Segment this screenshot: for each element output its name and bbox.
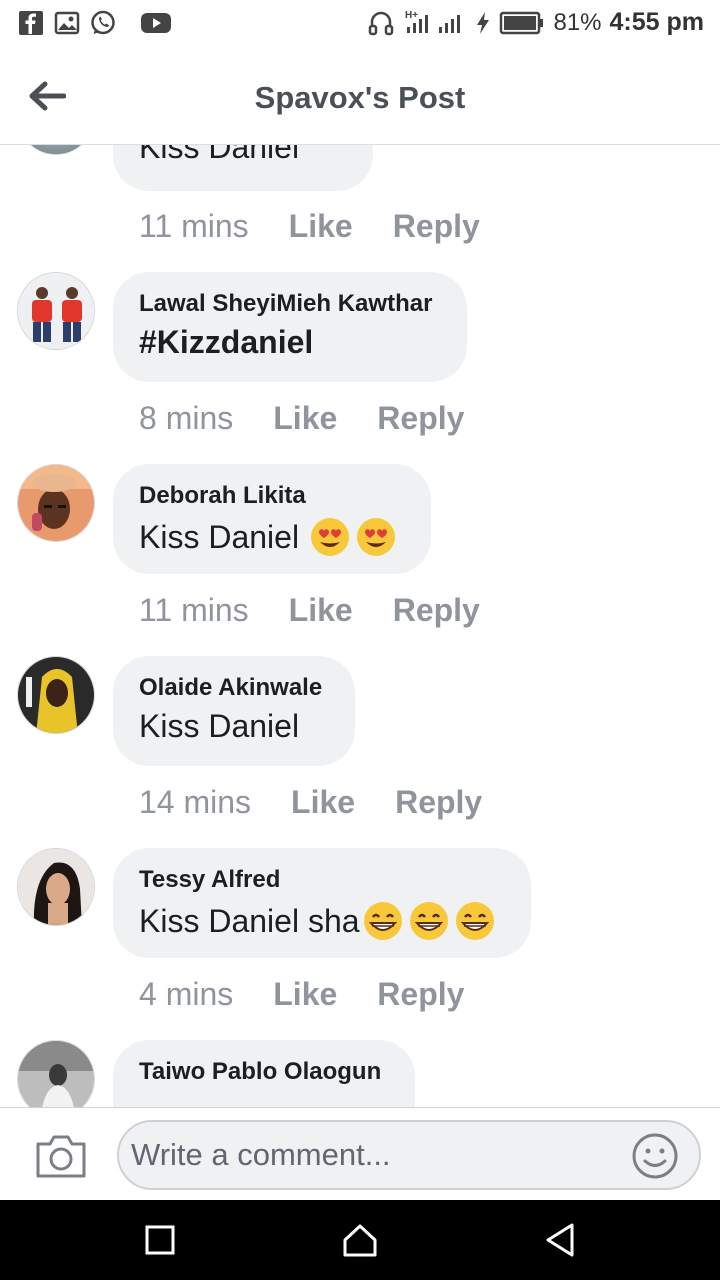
like-button[interactable]: Like	[273, 400, 337, 437]
charging-icon	[477, 11, 490, 34]
headset-icon	[369, 11, 394, 35]
comment-author[interactable]: Deborah Likita	[139, 482, 405, 510]
app-header: Spavox's Post	[0, 50, 720, 145]
like-button[interactable]: Like	[289, 592, 353, 629]
comment-time[interactable]: 14 mins	[139, 784, 251, 821]
comment-bubble[interactable]: Lawal SheyiMieh Kawthar #Kizzdaniel	[113, 272, 467, 382]
like-button[interactable]: Like	[273, 976, 337, 1013]
grinning-emoji	[363, 902, 402, 940]
signal-icon: H+	[405, 10, 461, 33]
comment-input[interactable]	[131, 1122, 631, 1188]
status-bar: H+ 81% 4:55 pm	[0, 0, 720, 50]
comment-actions: 8 mins Like Reply	[139, 400, 464, 437]
comment-bubble[interactable]: Deborah Likita Kiss Daniel	[113, 464, 431, 574]
comment-author[interactable]: Tessy Alfred	[139, 866, 505, 894]
comment-author[interactable]: Lawal SheyiMieh Kawthar	[139, 290, 441, 318]
avatar-photo	[18, 1041, 94, 1107]
avatar-photo	[18, 657, 94, 733]
comment-time[interactable]: 11 mins	[139, 208, 249, 245]
avatar[interactable]	[17, 464, 95, 542]
camera-icon	[36, 1135, 86, 1178]
whatsapp-icon	[91, 10, 115, 35]
comments-list[interactable]: Kiss Daniel 11 mins Like Reply Lawal She…	[0, 145, 720, 1107]
avatar[interactable]	[17, 272, 95, 350]
reply-button[interactable]: Reply	[377, 976, 464, 1013]
battery-icon	[500, 11, 544, 34]
avatar[interactable]	[17, 656, 95, 734]
comment-text: Kiss Daniel sha	[139, 902, 360, 939]
reply-button[interactable]: Reply	[393, 592, 480, 629]
home-icon[interactable]	[340, 1220, 380, 1260]
camera-button[interactable]	[34, 1132, 88, 1180]
comment-time[interactable]: 4 mins	[139, 976, 233, 1013]
smiley-icon	[632, 1133, 678, 1179]
comment-bubble[interactable]: Olaide Akinwale Kiss Daniel	[113, 656, 355, 766]
avatar-photo	[18, 273, 94, 349]
comment-bubble[interactable]: Kiss Daniel	[113, 145, 373, 191]
avatar[interactable]	[17, 848, 95, 926]
comment-composer	[0, 1107, 720, 1200]
comment-bubble[interactable]: Taiwo Pablo Olaogun	[113, 1040, 415, 1107]
comment-author[interactable]: Olaide Akinwale	[139, 674, 329, 702]
heart-eyes-emoji	[357, 518, 396, 556]
like-button[interactable]: Like	[291, 784, 355, 821]
comment-time[interactable]: 11 mins	[139, 592, 249, 629]
battery-percent: 81%	[553, 8, 602, 36]
comment-actions: 11 mins Like Reply	[139, 592, 480, 629]
like-button[interactable]: Like	[289, 208, 353, 245]
clock: 4:55 pm	[609, 8, 704, 36]
facebook-icon	[19, 11, 43, 35]
comment-text: Kiss Daniel	[139, 518, 300, 555]
avatar-photo	[18, 465, 94, 541]
reply-button[interactable]: Reply	[377, 400, 464, 437]
comment-actions: 14 mins Like Reply	[139, 784, 482, 821]
comment-actions: 11 mins Like Reply	[139, 208, 480, 245]
svg-text:H+: H+	[405, 10, 418, 21]
emoji-button[interactable]	[631, 1132, 679, 1180]
back-icon[interactable]	[540, 1220, 580, 1260]
grinning-emoji	[455, 902, 494, 940]
reply-button[interactable]: Reply	[393, 208, 480, 245]
reply-button[interactable]: Reply	[395, 784, 482, 821]
comment-text: Kiss Daniel	[139, 708, 300, 744]
comment-input-wrapper	[117, 1120, 701, 1190]
avatar[interactable]	[17, 1040, 95, 1107]
comment-time[interactable]: 8 mins	[139, 400, 233, 437]
avatar[interactable]	[17, 145, 95, 155]
comment-actions: 4 mins Like Reply	[139, 976, 464, 1013]
comment-bubble[interactable]: Tessy Alfred Kiss Daniel sha	[113, 848, 531, 958]
comment-text-row: Kiss Daniel sha	[139, 900, 505, 942]
recents-icon[interactable]	[140, 1220, 180, 1260]
avatar-photo	[18, 849, 94, 925]
comment-text-row: Kiss Daniel	[139, 516, 405, 558]
heart-eyes-emoji	[311, 518, 350, 556]
youtube-icon	[141, 13, 171, 33]
comment-text: Kiss Daniel	[139, 145, 300, 165]
gallery-icon	[54, 11, 80, 35]
page-title: Spavox's Post	[254, 80, 466, 115]
comment-text[interactable]: #Kizzdaniel	[139, 324, 441, 361]
comment-author[interactable]: Taiwo Pablo Olaogun	[139, 1058, 389, 1086]
grinning-emoji	[409, 902, 448, 940]
system-nav-bar	[0, 1200, 720, 1280]
